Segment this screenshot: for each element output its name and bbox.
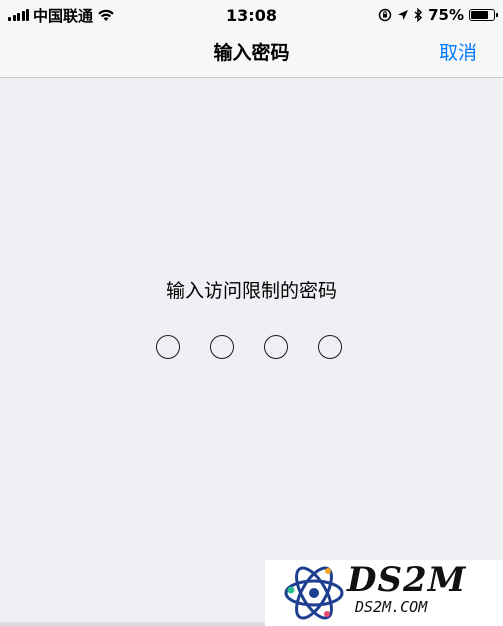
watermark-subtitle: DS2M.COM — [355, 598, 428, 616]
carrier-label: 中国联通 — [33, 6, 94, 25]
battery-fill — [471, 11, 488, 19]
bottom-strip — [0, 622, 265, 626]
nav-bar: 输入密码 取消 — [0, 30, 503, 78]
status-bar: 中国联通 13:08 75% — [0, 0, 503, 30]
passcode-prompt: 输入访问限制的密码 — [165, 280, 337, 302]
wifi-icon — [98, 9, 114, 21]
status-left: 中国联通 — [8, 5, 178, 26]
status-time: 13:08 — [226, 5, 277, 25]
location-icon — [398, 10, 409, 20]
status-right: 75% — [325, 6, 498, 24]
battery-icon — [469, 9, 498, 21]
signal-icon — [8, 9, 29, 21]
atom-logo-icon — [284, 566, 344, 620]
orientation-lock-icon — [378, 8, 392, 22]
watermark: DS2M DS2M.COM — [265, 560, 503, 626]
passcode-dot — [264, 335, 288, 359]
cancel-button[interactable]: 取消 — [439, 30, 477, 77]
passcode-dot — [210, 335, 234, 359]
passcode-dot — [156, 335, 180, 359]
page-title: 输入密码 — [213, 42, 290, 64]
bluetooth-icon — [414, 8, 423, 22]
watermark-title: DS2M — [347, 560, 467, 600]
passcode-dots[interactable] — [156, 335, 342, 359]
battery-percent: 75% — [428, 6, 464, 24]
passcode-dot — [318, 335, 342, 359]
